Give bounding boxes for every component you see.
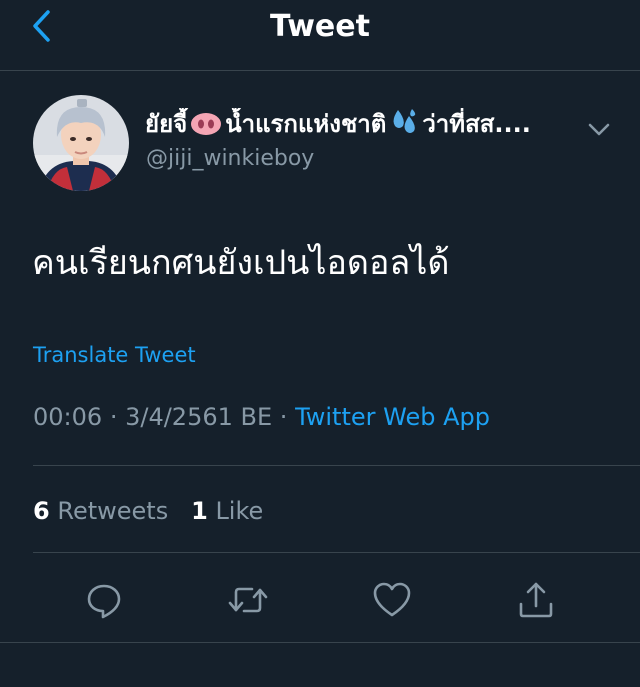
author-display-name[interactable]: ยัยจี้ น้ำแรกแห่งชาติ ว่าที่สส.... [145, 108, 575, 144]
author-name-prefix: ยัยจี้ [145, 110, 188, 138]
likes-label: Like [215, 497, 264, 525]
retweets-label: Retweets [57, 497, 169, 525]
tweet-actions-bar [0, 570, 640, 630]
meta-separator: · [109, 403, 118, 431]
retweets-stat[interactable]: 6 Retweets [33, 497, 168, 525]
tweet-date: 3/4/2561 BE [125, 403, 273, 431]
avatar-image [33, 95, 129, 191]
reply-area [0, 642, 640, 687]
divider [33, 465, 640, 466]
author-handle[interactable]: @jiji_winkieboy [146, 144, 314, 174]
like-button[interactable] [366, 574, 418, 626]
author-name-middle: น้ำแรกแห่งชาติ [225, 110, 387, 138]
tweet-time: 00:06 [33, 403, 103, 431]
author-name-suffix: ว่าที่สส.... [422, 110, 531, 138]
likes-stat[interactable]: 1 Like [191, 497, 263, 525]
reply-icon [87, 584, 121, 619]
avatar[interactable] [33, 95, 129, 191]
reply-button[interactable] [78, 574, 130, 626]
page-title: Tweet [270, 9, 370, 44]
likes-count: 1 [191, 497, 208, 525]
retweet-icon [228, 587, 268, 613]
tweet-text: คนเรียนกศนยังเปนไอดอลได้ [32, 243, 450, 283]
engagement-stats: 6 Retweets 1 Like [33, 494, 263, 528]
retweets-count: 6 [33, 497, 50, 525]
share-button[interactable] [510, 574, 562, 626]
more-options-button[interactable] [586, 118, 612, 140]
top-navigation-bar: Tweet [0, 0, 640, 71]
tweet-metadata: 00:06 · 3/4/2561 BE · Twitter Web App [33, 400, 490, 434]
share-icon [519, 582, 553, 618]
translate-tweet-link[interactable]: Translate Tweet [33, 340, 196, 370]
pig-nose-emoji [190, 112, 222, 144]
heart-icon [373, 582, 411, 617]
tweet-source-link[interactable]: Twitter Web App [295, 403, 490, 431]
chevron-down-icon [588, 123, 610, 136]
meta-separator: · [279, 403, 288, 431]
sweat-droplets-emoji [389, 108, 419, 144]
retweet-button[interactable] [222, 574, 274, 626]
divider [33, 552, 640, 553]
